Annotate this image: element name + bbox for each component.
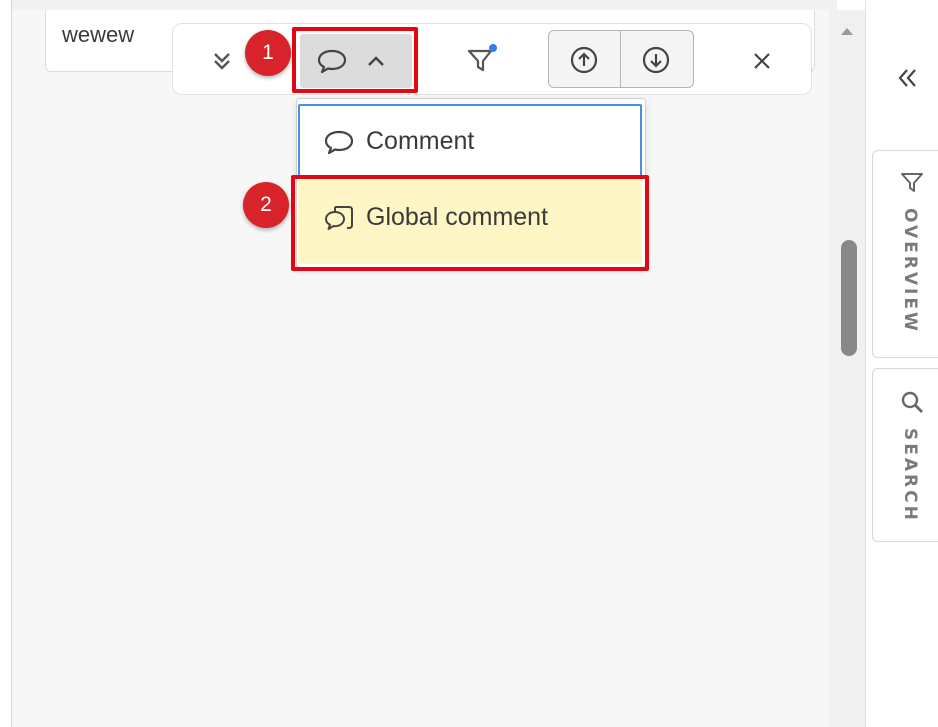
filter-active-dot — [489, 44, 497, 52]
card-text: wewew — [62, 22, 135, 47]
arrow-down-circle-icon — [642, 46, 670, 74]
search-icon — [896, 386, 928, 418]
speech-bubble-icon — [320, 126, 358, 158]
left-edge — [0, 0, 12, 727]
tab-overview-label: OVERVIEW — [900, 208, 920, 334]
callout-badge-2: 2 — [243, 182, 289, 228]
right-side-panel — [865, 0, 938, 727]
close-icon — [754, 53, 770, 69]
collapse-panel-button[interactable] — [888, 60, 928, 96]
double-chevron-down-icon[interactable] — [203, 44, 241, 78]
filter-button[interactable] — [460, 40, 502, 80]
step1-highlight — [292, 27, 418, 93]
vertical-scrollbar[interactable] — [829, 10, 865, 727]
dropdown-item-comment-label: Comment — [366, 127, 475, 155]
tab-search-label: SEARCH — [900, 428, 920, 523]
scroll-up-arrow-icon[interactable] — [836, 24, 858, 40]
arrow-up-circle-icon — [570, 46, 598, 74]
scrollbar-thumb[interactable] — [841, 240, 857, 356]
step2-highlight — [291, 175, 649, 271]
filter-icon — [896, 166, 928, 198]
close-button[interactable] — [744, 44, 780, 78]
double-chevron-left-icon — [898, 69, 916, 87]
top-strip — [12, 0, 837, 10]
nav-divider — [620, 30, 621, 88]
next-comment-button[interactable] — [630, 40, 682, 80]
previous-comment-button[interactable] — [558, 40, 610, 80]
callout-badge-1: 1 — [245, 30, 291, 76]
